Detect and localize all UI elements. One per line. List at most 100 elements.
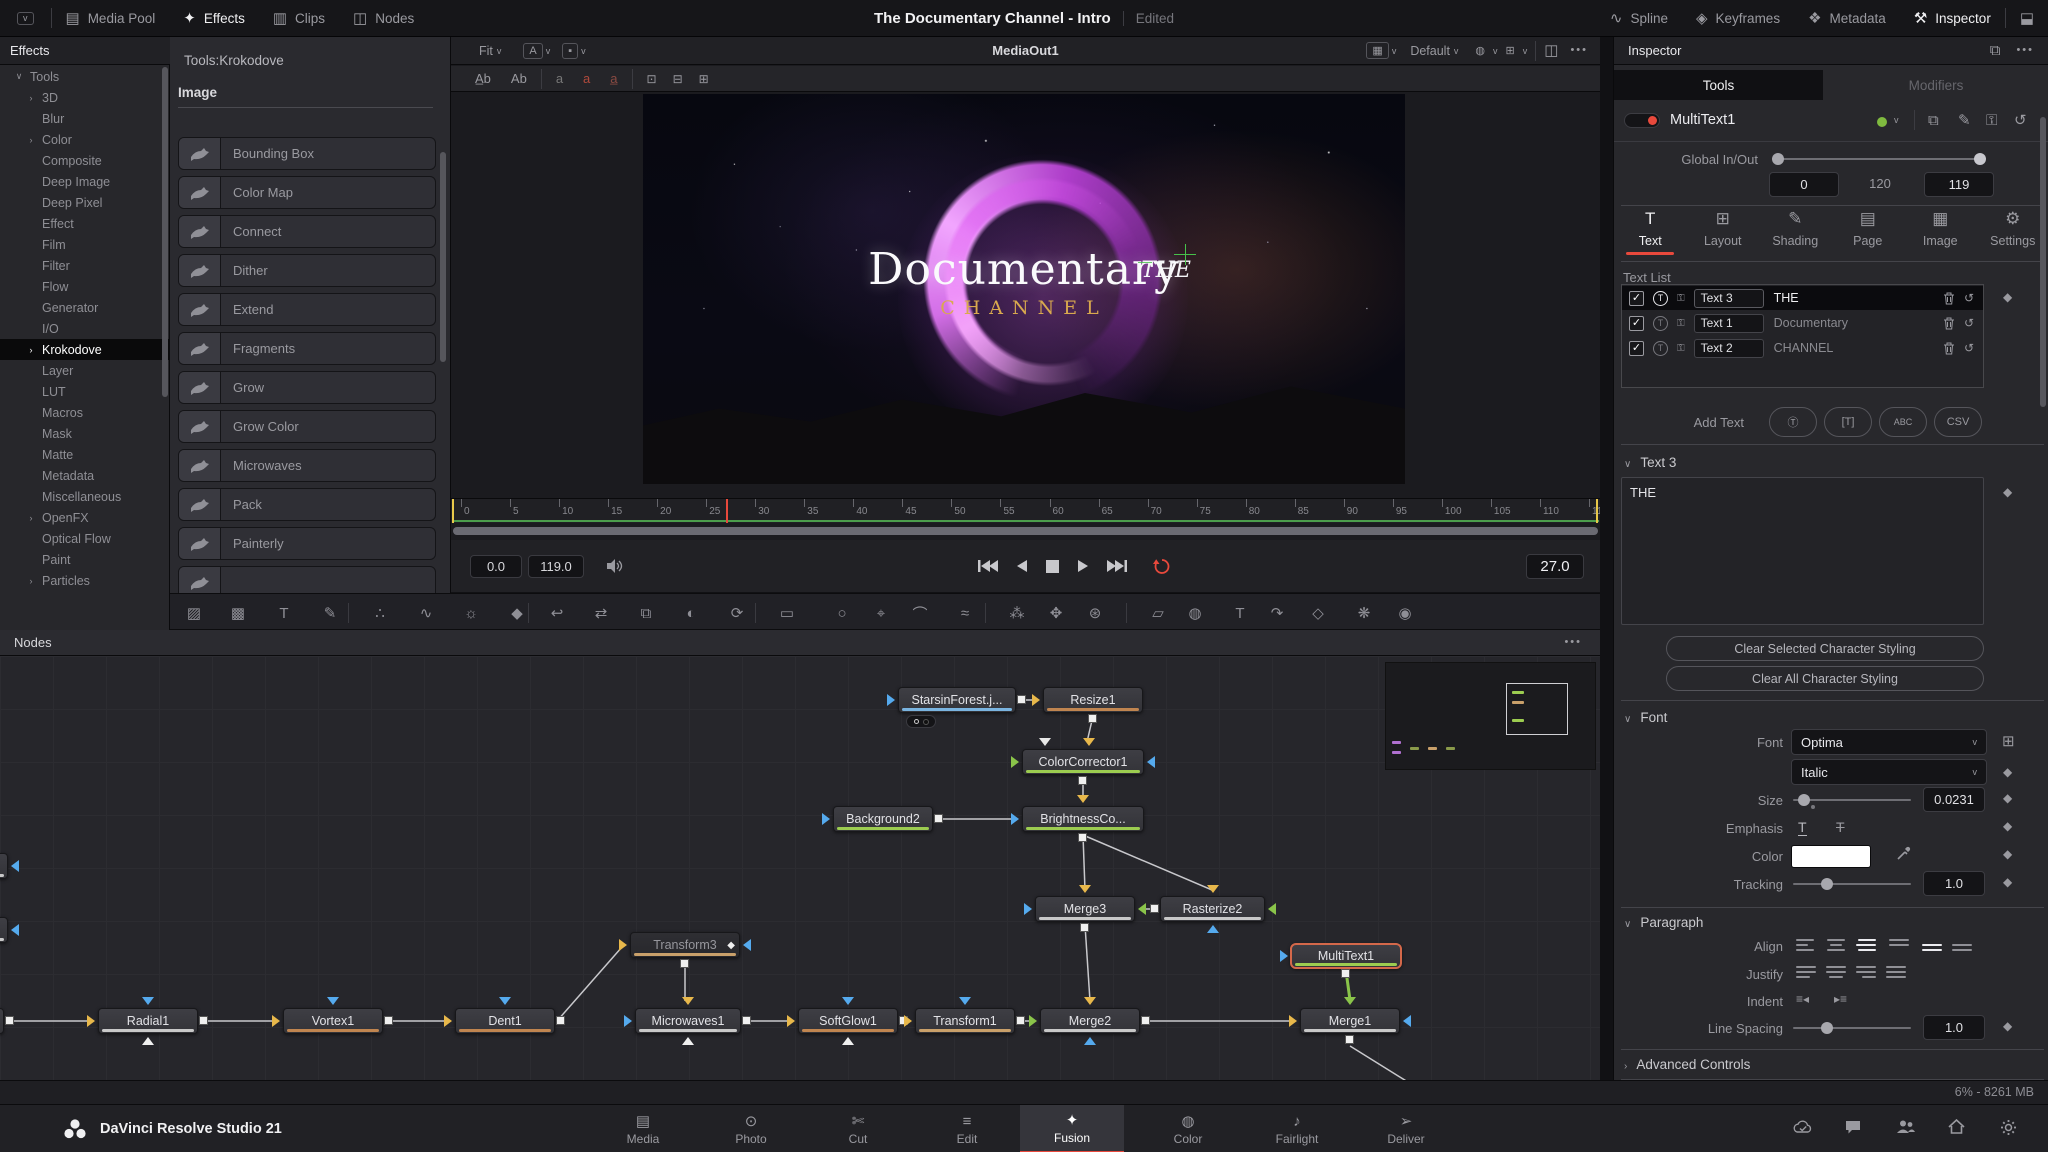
input-port[interactable] bbox=[142, 997, 154, 1005]
keyframe-diamond[interactable]: ◆ bbox=[2003, 290, 2012, 304]
minimap-viewport[interactable] bbox=[1506, 683, 1568, 735]
paragraph-section-header[interactable]: ∨Paragraph bbox=[1624, 915, 1703, 930]
text-follower-icon[interactable]: T bbox=[1653, 341, 1668, 356]
tool-item-bounding-box[interactable]: Bounding Box bbox=[178, 137, 436, 170]
input-port[interactable] bbox=[887, 694, 895, 706]
output-port[interactable] bbox=[1141, 1016, 1150, 1025]
copy-settings-icon[interactable]: ⧉ bbox=[1928, 113, 1939, 128]
fast-noise-tool-icon[interactable]: ▩ bbox=[226, 601, 250, 625]
playhead[interactable] bbox=[726, 499, 728, 523]
delete-text-icon[interactable] bbox=[1943, 342, 1955, 355]
node-graph-minimap[interactable] bbox=[1385, 662, 1596, 770]
bspline-mask-tool-icon[interactable]: ⌒ bbox=[908, 601, 932, 625]
strikethrough-emphasis-icon[interactable]: T bbox=[1836, 819, 1845, 835]
node-microwaves1[interactable]: Microwaves1 bbox=[635, 1008, 741, 1034]
last-frame-button[interactable] bbox=[1107, 559, 1127, 573]
input-port[interactable] bbox=[1084, 997, 1096, 1005]
tree-item-optical-flow[interactable]: Optical Flow bbox=[0, 528, 169, 549]
input-port[interactable] bbox=[904, 1015, 912, 1027]
input-port[interactable] bbox=[1344, 997, 1356, 1005]
input-port[interactable] bbox=[1147, 756, 1155, 768]
font-style-dropdown[interactable]: Italicv bbox=[1791, 759, 1987, 785]
italic-style-icon[interactable]: Ab bbox=[511, 72, 527, 85]
global-inout-slider[interactable] bbox=[1774, 158, 1984, 160]
pin-icon[interactable]: ✎ bbox=[1958, 113, 1971, 128]
grid-overlay-icon[interactable]: ⊞ bbox=[1501, 43, 1520, 58]
node-transform1[interactable]: Transform1 bbox=[915, 1008, 1015, 1034]
input-port[interactable] bbox=[1032, 694, 1040, 706]
timeline-ruler[interactable]: 0510152025303540455055606570758085909510… bbox=[451, 498, 1600, 523]
input-port[interactable] bbox=[1268, 903, 1276, 915]
brightness-contrast-tool-icon[interactable]: ☼ bbox=[459, 601, 483, 625]
merge-3d-tool-icon[interactable]: ↷ bbox=[1265, 601, 1289, 625]
particles-tool-icon[interactable]: ∴ bbox=[368, 601, 392, 625]
tree-item-metadata[interactable]: Metadata bbox=[0, 465, 169, 486]
node-softglow1[interactable]: SoftGlow1 bbox=[798, 1008, 898, 1034]
section-tab-image[interactable]: ▦Image bbox=[1904, 209, 1976, 248]
paint-tool-icon[interactable]: ✎ bbox=[318, 601, 342, 625]
page-color-button[interactable]: ◍Color bbox=[1136, 1105, 1240, 1152]
text-visible-checkbox[interactable]: ✓ bbox=[1629, 291, 1644, 306]
node-vortex1[interactable]: Vortex1 bbox=[283, 1008, 383, 1034]
output-port[interactable] bbox=[1078, 776, 1087, 785]
collaboration-icon[interactable] bbox=[1896, 1119, 1916, 1134]
output-port[interactable] bbox=[1017, 695, 1026, 704]
shape-3d-tool-icon[interactable]: ◍ bbox=[1183, 601, 1207, 625]
input-port[interactable] bbox=[1011, 756, 1019, 768]
node-transform3[interactable]: Transform3◆ bbox=[630, 932, 740, 958]
input-port[interactable] bbox=[1207, 885, 1219, 893]
effects-tree-scrollbar[interactable] bbox=[162, 67, 168, 397]
tracking-slider[interactable] bbox=[1793, 883, 1911, 885]
node-starsinforest-j-[interactable]: StarsinForest.j... bbox=[898, 687, 1016, 713]
add-text-follower-button[interactable]: Ⓣ bbox=[1769, 407, 1817, 437]
first-frame-button[interactable] bbox=[978, 559, 998, 573]
tree-item-mask[interactable]: Mask bbox=[0, 423, 169, 444]
section-tab-shading[interactable]: ✎Shading bbox=[1759, 209, 1831, 248]
justify-left-icon[interactable] bbox=[1796, 964, 1816, 980]
text-visible-checkbox[interactable]: ✓ bbox=[1629, 341, 1644, 356]
tree-item-effect[interactable]: Effect bbox=[0, 213, 169, 234]
eyedropper-icon[interactable] bbox=[1896, 845, 1912, 861]
text-list-row-text-2[interactable]: ✓T⚿Text 2CHANNEL↺ bbox=[1622, 336, 1983, 360]
output-port[interactable] bbox=[1341, 969, 1350, 978]
tree-item-krokodove[interactable]: ›Krokodove bbox=[0, 339, 169, 360]
underline-emphasis-icon[interactable]: T bbox=[1798, 819, 1807, 836]
text-follower-icon[interactable]: T bbox=[1653, 291, 1668, 306]
input-port[interactable] bbox=[11, 924, 19, 936]
keyframe-diamond[interactable]: ◆ bbox=[2003, 765, 2012, 779]
tree-item-layer[interactable]: Layer bbox=[0, 360, 169, 381]
clear-all-styling-button[interactable]: Clear All Character Styling bbox=[1666, 666, 1984, 691]
merge-tool-icon[interactable]: ⧉ bbox=[634, 601, 658, 625]
input-port[interactable] bbox=[499, 997, 511, 1005]
tracking-field[interactable]: 1.0 bbox=[1923, 871, 1985, 896]
topbar-keyframes-button[interactable]: ◈Keyframes bbox=[1682, 0, 1794, 37]
current-frame-field[interactable]: 27.0 bbox=[1526, 554, 1584, 579]
indent-decrease-icon[interactable]: ≡◂ bbox=[1796, 992, 1809, 1006]
valign-middle-icon[interactable] bbox=[1922, 937, 1942, 953]
node-enable-toggle[interactable] bbox=[1624, 113, 1660, 128]
output-port[interactable] bbox=[1016, 1016, 1025, 1025]
tool-item-grow-color[interactable]: Grow Color bbox=[178, 410, 436, 443]
color-curves-tool-icon[interactable]: ∿ bbox=[414, 601, 438, 625]
topbar-clips-button[interactable]: ▥Clips bbox=[259, 0, 339, 37]
line-spacing-field[interactable]: 1.0 bbox=[1923, 1015, 1985, 1040]
topbar-metadata-button[interactable]: ❖Metadata bbox=[1794, 0, 1900, 37]
valign-bottom-icon[interactable] bbox=[1952, 937, 1972, 953]
camera-3d-tool-icon[interactable]: ◇ bbox=[1306, 601, 1330, 625]
matte-control-tool-icon[interactable]: ◐ bbox=[679, 601, 703, 625]
view-mode-dropdown[interactable]: ▪ bbox=[562, 43, 578, 59]
clear-selected-styling-button[interactable]: Clear Selected Character Styling bbox=[1666, 636, 1984, 661]
inspector-options-icon[interactable]: ••• bbox=[2016, 45, 2034, 56]
node-brightnessco-[interactable]: BrightnessCo... bbox=[1022, 806, 1144, 832]
input-port[interactable] bbox=[1207, 925, 1219, 933]
tree-item-3d[interactable]: ›3D bbox=[0, 87, 169, 108]
tab-modifiers[interactable]: Modifiers bbox=[1823, 70, 2048, 100]
selection-handle[interactable] bbox=[1185, 244, 1186, 265]
output-port[interactable] bbox=[680, 959, 689, 968]
input-port[interactable] bbox=[624, 1015, 632, 1027]
play-button[interactable] bbox=[1077, 559, 1089, 573]
tool-item-painterly[interactable]: Painterly bbox=[178, 527, 436, 560]
input-port[interactable] bbox=[619, 939, 627, 951]
input-port[interactable] bbox=[1084, 1037, 1096, 1045]
justify-center-icon[interactable] bbox=[1826, 964, 1846, 980]
